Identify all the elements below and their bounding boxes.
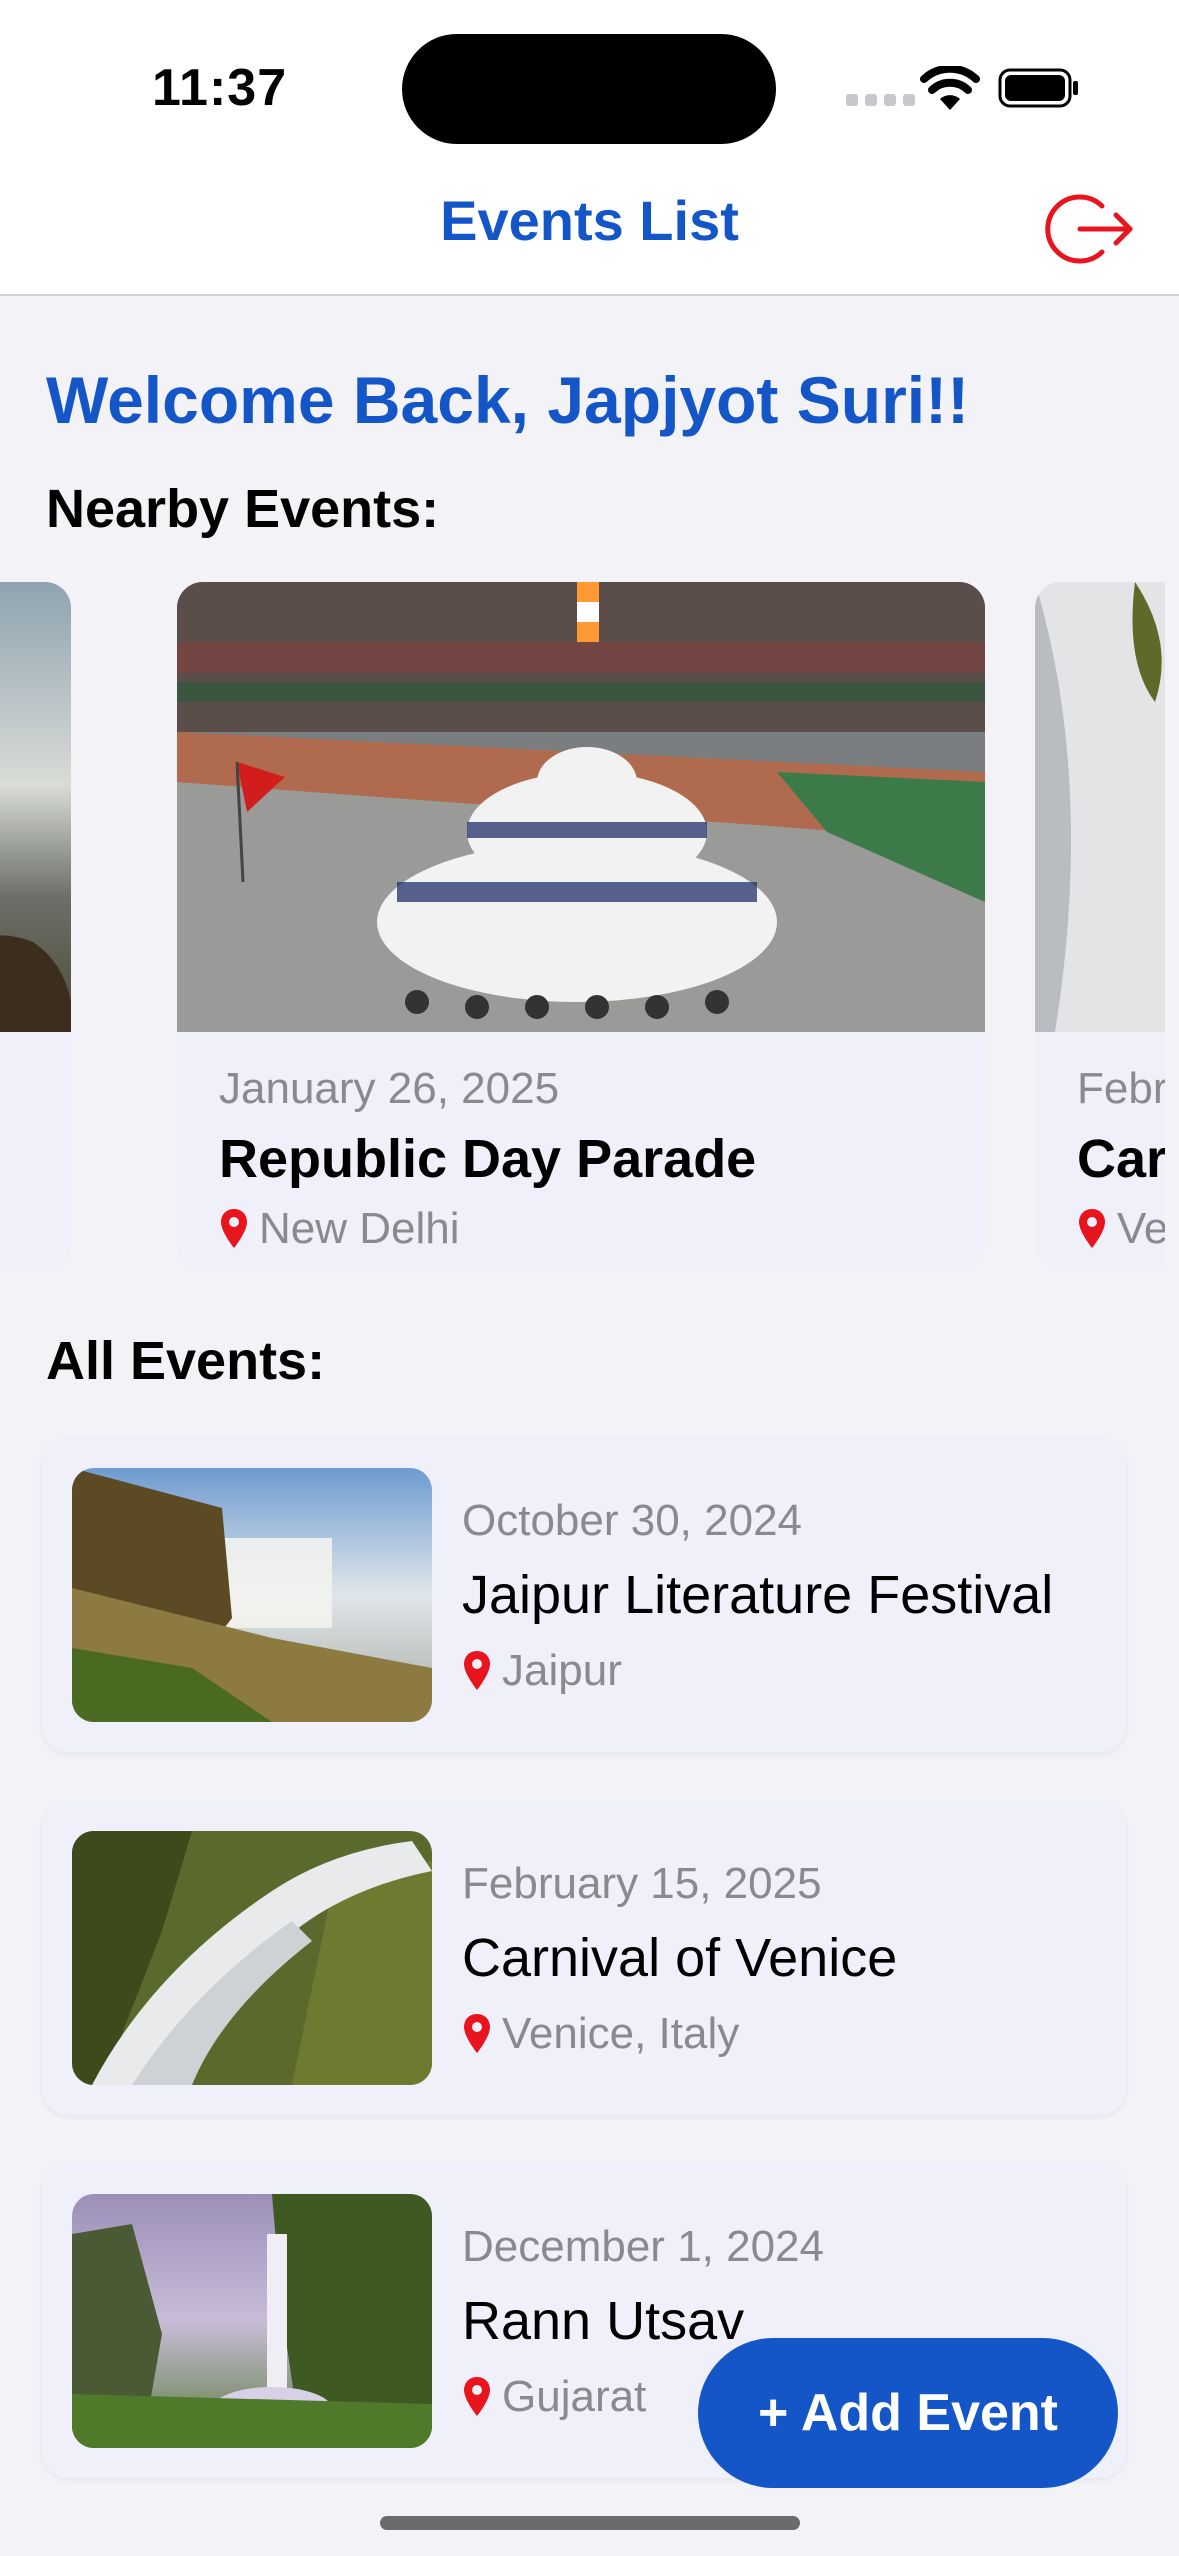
location-pin-icon [464, 2014, 490, 2053]
nearby-events-heading: Nearby Events: [46, 479, 440, 539]
nearby-event-card[interactable] [0, 582, 71, 1270]
status-bar: 11:37 [0, 0, 1179, 160]
nearby-event-card[interactable]: January 26, 2025 Republic Day Parade New… [177, 582, 985, 1270]
event-location: Jaipur [462, 1646, 622, 1696]
event-location-text: Venice, Italy [502, 2009, 740, 2058]
event-name: Carnival of Venice [462, 1928, 898, 1988]
location-pin-icon [464, 2377, 490, 2416]
event-date: October 30, 2024 [462, 1496, 803, 1545]
status-time: 11:37 [152, 59, 288, 117]
battery-icon [998, 68, 1078, 108]
event-name: Jaipur Literature Festival [462, 1565, 1054, 1625]
home-indicator[interactable] [380, 2516, 800, 2530]
event-name: Car [1077, 1129, 1165, 1189]
event-image [177, 582, 985, 1032]
dynamic-island [402, 34, 776, 144]
location-pin-icon [221, 1209, 247, 1248]
event-name: Republic Day Parade [219, 1129, 757, 1189]
wifi-icon [920, 66, 980, 110]
event-location-text: Gujarat [502, 2372, 647, 2421]
event-location-text: Jaipur [502, 1646, 622, 1695]
event-location: Ve [1077, 1204, 1165, 1254]
nearby-events-carousel[interactable]: January 26, 2025 Republic Day Parade New… [0, 582, 1165, 1272]
welcome-message: Welcome Back, Japjyot Suri!! [46, 363, 970, 437]
event-location: New Delhi [219, 1204, 460, 1254]
event-date: February 15, 2025 [462, 1859, 822, 1908]
event-thumbnail [72, 1468, 432, 1722]
cellular-signal-icon [846, 94, 915, 106]
event-name: Rann Utsav [462, 2291, 745, 2351]
event-thumbnail [72, 2194, 432, 2448]
event-location: Venice, Italy [462, 2009, 739, 2059]
event-thumbnail [72, 1831, 432, 2085]
location-pin-icon [464, 1651, 490, 1690]
event-date: January 26, 2025 [219, 1064, 560, 1113]
page-title: Events List [440, 189, 739, 252]
event-location-text: Ve [1117, 1204, 1165, 1253]
event-date: Febr [1077, 1064, 1165, 1113]
navigation-bar: Events List [0, 160, 1179, 296]
nearby-event-card[interactable]: Febr Car Ve [1035, 582, 1165, 1270]
event-image [1035, 582, 1165, 1032]
event-date: December 1, 2024 [462, 2222, 824, 2271]
add-event-button[interactable]: + Add Event [698, 2338, 1118, 2488]
location-pin-icon [1079, 1209, 1105, 1248]
event-location: Gujarat [462, 2372, 646, 2422]
event-image [0, 582, 71, 1032]
all-events-heading: All Events: [46, 1331, 326, 1391]
event-location-text: New Delhi [259, 1204, 460, 1253]
event-list-item[interactable]: October 30, 2024 Jaipur Literature Festi… [42, 1438, 1126, 1752]
event-list-item[interactable]: February 15, 2025 Carnival of Venice Ven… [42, 1801, 1126, 2115]
logout-icon[interactable] [1044, 184, 1134, 274]
